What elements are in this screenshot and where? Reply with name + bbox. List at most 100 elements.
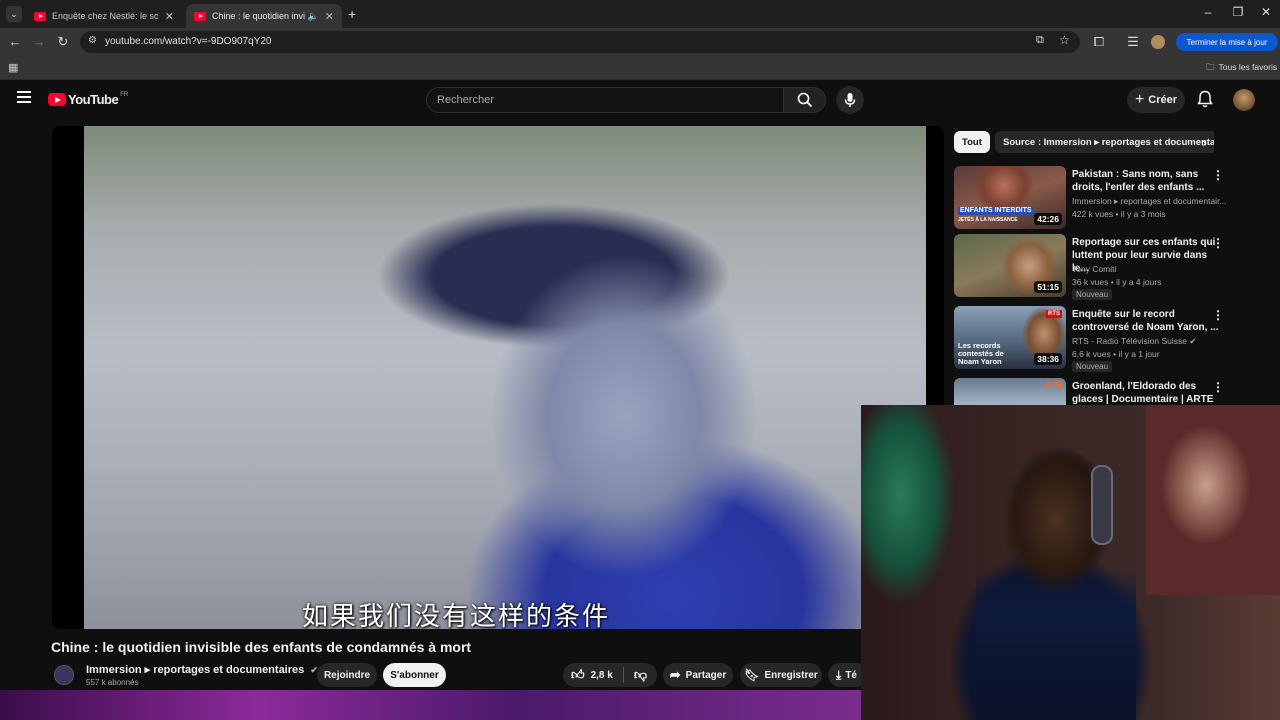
thumbnail-caption: ENFANTS INTERDITS: [958, 207, 1034, 215]
recommendation-title: Groenland, l'Eldorado des glaces | Docum…: [1072, 381, 1214, 405]
verified-icon: ✔: [1189, 336, 1197, 346]
like-divider: [622, 667, 624, 683]
plus-icon: +: [1134, 91, 1145, 108]
back-icon[interactable]: ←: [6, 34, 24, 50]
bookmarks-bar: ▦ 🗀 Tous les favoris: [0, 56, 1280, 80]
region-code: FR: [120, 92, 129, 98]
chip-next-chevron-icon[interactable]: ›: [1202, 134, 1207, 150]
recommendation-item[interactable]: RTS Les records contestés de Noam Yaron …: [954, 306, 1254, 372]
tab-search-icon[interactable]: ⌄: [6, 6, 22, 22]
video-thumbnail[interactable]: 51:15: [954, 234, 1066, 297]
recommendation-item[interactable]: ENFANTS INTERDITS JETÉS À LA NAISSANCE 4…: [954, 166, 1254, 232]
video-frame: [84, 126, 926, 629]
like-count: 2,8 k: [590, 669, 613, 681]
streamer-webcam-overlay: [861, 405, 1280, 720]
create-button[interactable]: + Créer: [1127, 87, 1185, 113]
folder-icon: 🗀: [1206, 62, 1215, 72]
video-thumbnail[interactable]: RTS Les records contestés de Noam Yaron …: [954, 306, 1066, 369]
reading-list-icon[interactable]: ☰: [1124, 34, 1142, 50]
search-icon: [797, 92, 812, 108]
more-options-icon[interactable]: ⋮: [1212, 236, 1224, 250]
recommendation-meta: 36 k vues • il y a 4 jours: [1072, 277, 1162, 287]
webcam-portrait-poster: [1146, 405, 1280, 595]
bookmarks-folder[interactable]: 🗀 Tous les favoris: [1206, 62, 1277, 76]
youtube-logo[interactable]: YouTube FR: [48, 92, 128, 107]
search-button[interactable]: [784, 87, 826, 113]
reload-icon[interactable]: ↻: [54, 34, 72, 50]
microphone-icon: [844, 93, 856, 107]
new-badge: Nouveau: [1072, 289, 1113, 300]
duration-badge: 42:26: [1034, 213, 1062, 225]
new-badge: Nouveau: [1072, 361, 1113, 372]
share-button[interactable]: ➦ Partager: [663, 663, 733, 687]
download-label: Té: [845, 669, 857, 681]
webcam-headset: [1091, 465, 1113, 545]
address-bar[interactable]: ⚙ youtube.com/watch?v=-9DO907qY20 ⧉ ☆: [80, 31, 1080, 53]
save-button[interactable]: 🔖︎ Enregistrer: [740, 663, 822, 687]
arte-logo: arte: [1045, 379, 1062, 389]
recommendation-title: Pakistan : Sans nom, sans droits, l'enfe…: [1072, 169, 1205, 193]
download-icon: ⤓: [836, 667, 842, 682]
update-button[interactable]: Terminer la mise à jour: [1176, 33, 1278, 51]
video-thumbnail[interactable]: ENFANTS INTERDITS JETÉS À LA NAISSANCE 4…: [954, 166, 1066, 229]
bookmark-star-icon[interactable]: ☆: [1059, 33, 1070, 47]
close-icon[interactable]: ✕: [325, 10, 334, 23]
search-input[interactable]: Rechercher: [426, 87, 784, 113]
thumbs-down-icon[interactable]: 👎︎: [634, 667, 647, 683]
recommendation-channel: Tony Comiti: [1072, 264, 1117, 274]
apps-grid-icon[interactable]: ▦: [8, 61, 18, 74]
channel-name[interactable]: Immersion ▸ reportages et documentaires …: [86, 663, 318, 676]
close-window-icon[interactable]: ✕: [1254, 5, 1278, 19]
profile-avatar[interactable]: [1151, 35, 1165, 49]
duration-badge: 38:36: [1034, 353, 1062, 365]
maximize-icon[interactable]: ❐: [1226, 5, 1250, 19]
video-player[interactable]: 如果我们没有这样的条件: [52, 126, 944, 629]
recommendation-item[interactable]: 51:15 Reportage sur ces enfants qui lutt…: [954, 234, 1254, 300]
tab-chine[interactable]: Chine : le quotidien invisible 🔈 ✕: [186, 4, 342, 28]
stream-overlay-strip: [0, 690, 861, 720]
subscribe-button[interactable]: S'abonner: [383, 663, 446, 687]
voice-search-button[interactable]: [836, 86, 864, 114]
site-info-icon[interactable]: ⚙: [88, 35, 97, 46]
logo-text: YouTube: [68, 92, 119, 107]
share-label: Partager: [685, 669, 727, 681]
thumbnail-subcaption: JETÉS À LA NAISSANCE: [958, 217, 1018, 223]
burned-in-subtitle: 如果我们没有这样的条件: [302, 602, 611, 629]
new-tab-button[interactable]: +: [348, 6, 356, 22]
chip-tout[interactable]: Tout: [954, 131, 990, 153]
youtube-play-icon: [48, 93, 66, 106]
tab-nestle[interactable]: Enquête chez Nestlé: le scanda ✕: [26, 4, 182, 28]
browser-tab-strip: ⌄ Enquête chez Nestlé: le scanda ✕ Chine…: [0, 0, 1280, 28]
tab-title: Chine : le quotidien invisible: [212, 11, 305, 21]
filter-chip-bar: Tout Source : Immersion ▸ reportages et …: [954, 131, 1214, 153]
close-icon[interactable]: ✕: [165, 10, 174, 23]
account-avatar[interactable]: [1233, 89, 1255, 111]
recommendation-meta: 6,6 k vues • il y a 1 jour: [1072, 349, 1160, 359]
join-button[interactable]: Rejoindre: [317, 663, 377, 687]
rts-logo: RTS: [1046, 310, 1062, 318]
minimize-icon[interactable]: –: [1196, 5, 1220, 19]
install-app-icon[interactable]: ⧉: [1036, 34, 1044, 47]
thumbs-up-icon: 👍︎: [571, 667, 585, 682]
menu-icon[interactable]: [17, 91, 31, 103]
recommendation-channel: RTS - Radio Télévision Suisse ✔: [1072, 336, 1227, 347]
extensions-icon[interactable]: ⧠: [1090, 34, 1108, 50]
channel-avatar[interactable]: [54, 665, 74, 685]
more-options-icon[interactable]: ⋮: [1212, 168, 1224, 182]
more-options-icon[interactable]: ⋮: [1212, 308, 1224, 322]
recommendation-channel: Immersion ▸ reportages et documentair...: [1072, 196, 1227, 206]
thumbnail-caption: Les records contestés de Noam Yaron: [958, 341, 1004, 366]
forward-icon[interactable]: →: [30, 34, 48, 50]
recommendation-title: Enquête sur le record controversé de Noa…: [1072, 309, 1219, 333]
like-button[interactable]: 👍︎ 2,8 k 👎︎: [563, 663, 657, 687]
save-label: Enregistrer: [764, 669, 818, 681]
more-options-icon[interactable]: ⋮: [1212, 380, 1224, 394]
youtube-favicon-icon: [194, 11, 206, 21]
bookmarks-folder-label: Tous les favoris: [1218, 62, 1278, 72]
speaker-icon[interactable]: 🔈: [308, 11, 319, 22]
create-label: Créer: [1148, 94, 1178, 106]
duration-badge: 51:15: [1034, 281, 1062, 293]
tab-title: Enquête chez Nestlé: le scanda: [52, 11, 159, 21]
chip-source[interactable]: Source : Immersion ▸ reportages et docum…: [995, 131, 1214, 153]
notifications-bell-icon[interactable]: [1197, 90, 1213, 113]
